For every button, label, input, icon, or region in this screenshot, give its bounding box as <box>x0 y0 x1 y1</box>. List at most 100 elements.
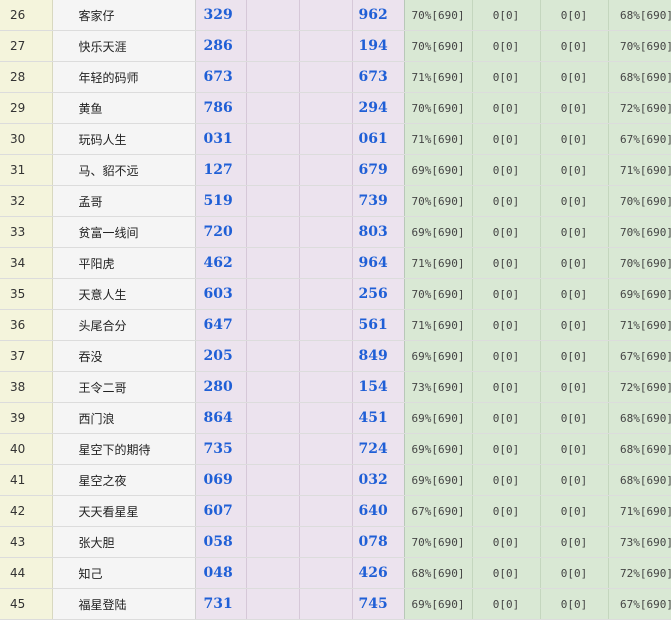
empty-cell-1 <box>246 433 300 465</box>
percent-2-cell: 0[0] <box>472 371 541 403</box>
table-row: 27 快乐天涯 286 194 70%[690] 0[0] 0[0] 70%[690] <box>0 30 671 62</box>
percent-1-cell: 69%[690] <box>404 216 473 248</box>
empty-cell-2 <box>299 247 353 279</box>
empty-cell-1 <box>246 464 300 496</box>
empty-cell-1 <box>246 495 300 527</box>
number-1-cell: 286 <box>195 30 247 62</box>
percent-1-cell: 70%[690] <box>404 526 473 558</box>
percent-2-cell: 0[0] <box>472 402 541 434</box>
number-1-cell: 058 <box>195 526 247 558</box>
percent-1-cell: 67%[690] <box>404 495 473 527</box>
number-1-cell: 647 <box>195 309 247 341</box>
number-1-cell: 069 <box>195 464 247 496</box>
number-2-cell: 745 <box>352 588 405 620</box>
number-1-cell: 205 <box>195 340 247 372</box>
number-1-cell: 603 <box>195 278 247 310</box>
number-1-cell: 031 <box>195 123 247 155</box>
empty-cell-2 <box>299 464 353 496</box>
number-1-cell: 731 <box>195 588 247 620</box>
table-row: 43 张大胆 058 078 70%[690] 0[0] 0[0] 73%[690] <box>0 526 671 558</box>
name-cell: 平阳虎 <box>52 247 196 279</box>
empty-cell-2 <box>299 216 353 248</box>
number-2-cell: 032 <box>352 464 405 496</box>
percent-4-cell: 70%[690] <box>608 30 671 62</box>
name-cell: 吞没 <box>52 340 196 372</box>
percent-4-cell: 72%[690] <box>608 557 671 589</box>
rank-cell: 32 <box>0 185 53 217</box>
table-row: 41 星空之夜 069 032 69%[690] 0[0] 0[0] 68%[690] <box>0 464 671 496</box>
percent-2-cell: 0[0] <box>472 247 541 279</box>
number-1-cell: 048 <box>195 557 247 589</box>
percent-2-cell: 0[0] <box>472 92 541 124</box>
percent-4-cell: 68%[690] <box>608 433 671 465</box>
empty-cell-1 <box>246 92 300 124</box>
percent-4-cell: 71%[690] <box>608 309 671 341</box>
number-1-cell: 329 <box>195 0 247 31</box>
percent-2-cell: 0[0] <box>472 0 541 31</box>
number-1-cell: 735 <box>195 433 247 465</box>
empty-cell-1 <box>246 154 300 186</box>
percent-1-cell: 71%[690] <box>404 61 473 93</box>
percent-4-cell: 67%[690] <box>608 123 671 155</box>
percent-3-cell: 0[0] <box>540 216 609 248</box>
percent-3-cell: 0[0] <box>540 309 609 341</box>
percent-1-cell: 69%[690] <box>404 464 473 496</box>
percent-3-cell: 0[0] <box>540 30 609 62</box>
empty-cell-2 <box>299 154 353 186</box>
table-row: 35 天意人生 603 256 70%[690] 0[0] 0[0] 69%[690] <box>0 278 671 310</box>
percent-2-cell: 0[0] <box>472 340 541 372</box>
percent-3-cell: 0[0] <box>540 247 609 279</box>
table-row: 39 西门浪 864 451 69%[690] 0[0] 0[0] 68%[690] <box>0 402 671 434</box>
percent-2-cell: 0[0] <box>472 557 541 589</box>
percent-4-cell: 68%[690] <box>608 0 671 31</box>
empty-cell-1 <box>246 278 300 310</box>
empty-cell-2 <box>299 371 353 403</box>
table-row: 32 孟哥 519 739 70%[690] 0[0] 0[0] 70%[690] <box>0 185 671 217</box>
percent-2-cell: 0[0] <box>472 216 541 248</box>
empty-cell-1 <box>246 247 300 279</box>
rank-cell: 31 <box>0 154 53 186</box>
table-row: 34 平阳虎 462 964 71%[690] 0[0] 0[0] 70%[690] <box>0 247 671 279</box>
table-row: 37 吞没 205 849 69%[690] 0[0] 0[0] 67%[690] <box>0 340 671 372</box>
percent-3-cell: 0[0] <box>540 340 609 372</box>
name-cell: 黄鱼 <box>52 92 196 124</box>
rank-cell: 38 <box>0 371 53 403</box>
name-cell: 王令二哥 <box>52 371 196 403</box>
percent-1-cell: 70%[690] <box>404 278 473 310</box>
percent-2-cell: 0[0] <box>472 185 541 217</box>
rank-cell: 37 <box>0 340 53 372</box>
table-row: 36 头尾合分 647 561 71%[690] 0[0] 0[0] 71%[690] <box>0 309 671 341</box>
empty-cell-2 <box>299 495 353 527</box>
percent-4-cell: 72%[690] <box>608 371 671 403</box>
percent-2-cell: 0[0] <box>472 588 541 620</box>
name-cell: 西门浪 <box>52 402 196 434</box>
empty-cell-1 <box>246 123 300 155</box>
empty-cell-2 <box>299 309 353 341</box>
name-cell: 孟哥 <box>52 185 196 217</box>
percent-4-cell: 69%[690] <box>608 278 671 310</box>
number-2-cell: 673 <box>352 61 405 93</box>
number-1-cell: 519 <box>195 185 247 217</box>
percent-1-cell: 69%[690] <box>404 154 473 186</box>
table-row: 28 年轻的码师 673 673 71%[690] 0[0] 0[0] 68%[690] <box>0 61 671 93</box>
percent-1-cell: 69%[690] <box>404 340 473 372</box>
percent-1-cell: 70%[690] <box>404 30 473 62</box>
number-2-cell: 739 <box>352 185 405 217</box>
empty-cell-2 <box>299 30 353 62</box>
empty-cell-2 <box>299 123 353 155</box>
percent-4-cell: 68%[690] <box>608 402 671 434</box>
rank-cell: 26 <box>0 0 53 31</box>
empty-cell-1 <box>246 61 300 93</box>
empty-cell-2 <box>299 340 353 372</box>
number-2-cell: 679 <box>352 154 405 186</box>
empty-cell-1 <box>246 0 300 31</box>
percent-2-cell: 0[0] <box>472 123 541 155</box>
empty-cell-2 <box>299 433 353 465</box>
number-1-cell: 786 <box>195 92 247 124</box>
percent-1-cell: 71%[690] <box>404 123 473 155</box>
table-row: 38 王令二哥 280 154 73%[690] 0[0] 0[0] 72%[690] <box>0 371 671 403</box>
number-2-cell: 294 <box>352 92 405 124</box>
empty-cell-1 <box>246 526 300 558</box>
percent-4-cell: 71%[690] <box>608 495 671 527</box>
rank-cell: 34 <box>0 247 53 279</box>
